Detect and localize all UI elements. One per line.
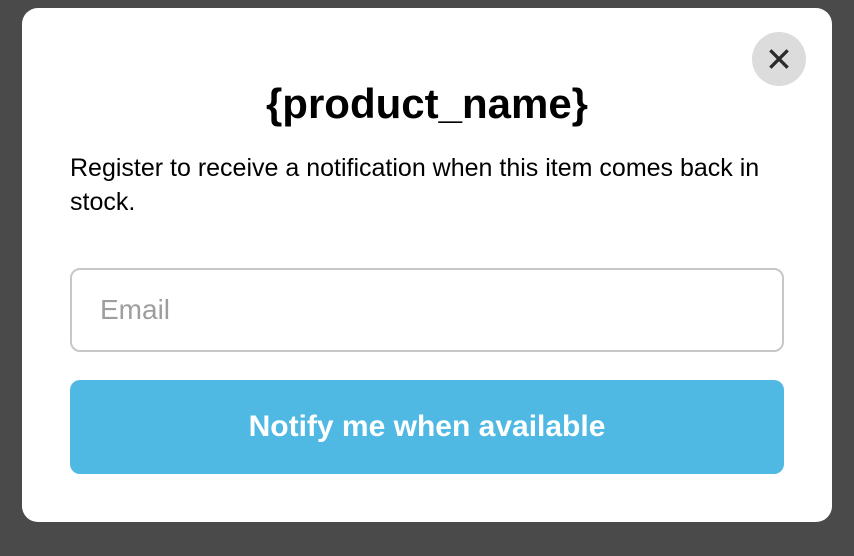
modal-title: {product_name} xyxy=(70,80,784,128)
close-button[interactable] xyxy=(752,32,806,86)
back-in-stock-modal: {product_name} Register to receive a not… xyxy=(22,8,832,522)
email-input[interactable] xyxy=(70,268,784,352)
notify-button[interactable]: Notify me when available xyxy=(70,380,784,474)
modal-description: Register to receive a notification when … xyxy=(70,152,784,220)
close-icon xyxy=(766,46,792,72)
